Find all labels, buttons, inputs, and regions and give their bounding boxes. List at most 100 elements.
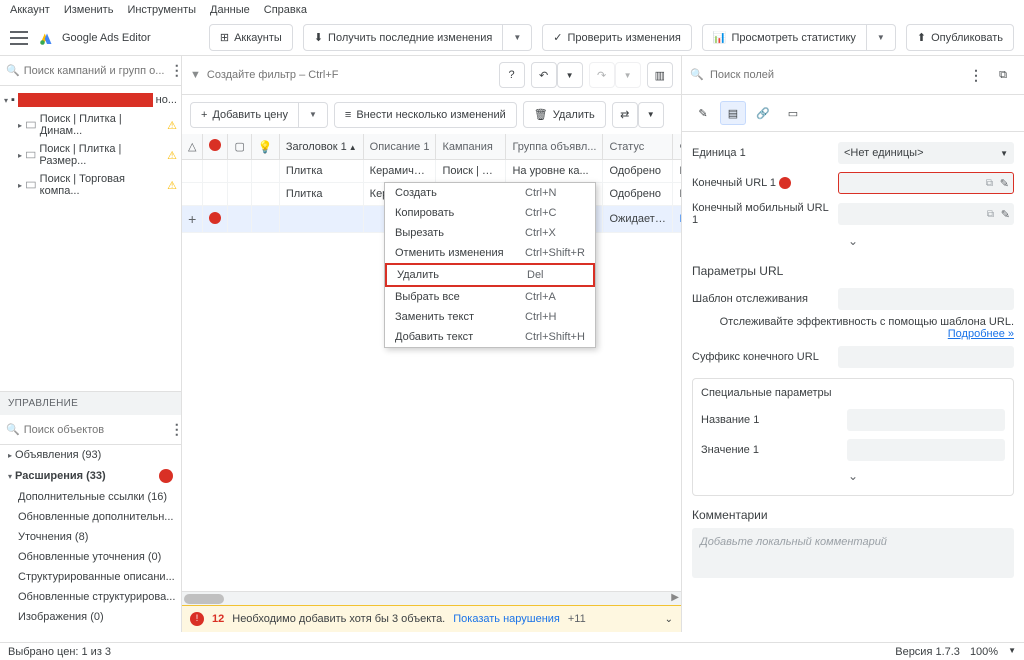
mgmt-item[interactable]: Структурированные описани...	[0, 567, 181, 587]
field-search-menu[interactable]: ⋮	[969, 67, 984, 84]
mgmt-item[interactable]: Обновленные уточнения (0)	[0, 547, 181, 567]
check-changes-button[interactable]: ✓Проверить изменения	[542, 24, 692, 51]
open-icon[interactable]: ⧉	[987, 209, 994, 220]
scroll-right-icon[interactable]: ▶	[671, 592, 679, 603]
mgmt-item[interactable]: Изображения (0)	[0, 607, 181, 627]
menu-account[interactable]: Аккаунт	[10, 4, 50, 16]
col-header[interactable]: Статус	[603, 134, 673, 160]
context-menu-item[interactable]: Выбрать всеCtrl+A	[385, 287, 595, 307]
tab-edit[interactable]: ✎	[690, 101, 716, 125]
context-menu[interactable]: СоздатьCtrl+NКопироватьCtrl+CВырезатьCtr…	[384, 182, 596, 348]
scroll-thumb[interactable]	[184, 594, 224, 604]
comment-input[interactable]: Добавьте локальный комментарий	[692, 528, 1014, 578]
show-violations-link[interactable]: Показать нарушения	[453, 613, 560, 625]
get-changes-button[interactable]: ⬇Получить последние изменения	[303, 24, 504, 51]
context-menu-item[interactable]: ВырезатьCtrl+X	[385, 223, 595, 243]
open-icon[interactable]: ⧉	[986, 178, 993, 189]
campaign-search-input[interactable]	[24, 65, 166, 77]
context-menu-item[interactable]: УдалитьDel	[385, 263, 595, 287]
learn-more-link[interactable]: Подробнее »	[948, 328, 1014, 340]
tracking-input[interactable]	[838, 288, 1014, 310]
menu-edit[interactable]: Изменить	[64, 4, 114, 16]
tab-link[interactable]: 🔗	[750, 101, 776, 125]
param-value-input[interactable]	[847, 439, 1005, 461]
col-header[interactable]: Фид	[673, 134, 681, 160]
pencil-icon[interactable]: ✎	[1001, 208, 1010, 221]
expand-icon[interactable]: ▸	[18, 151, 22, 160]
menu-help[interactable]: Справка	[264, 4, 307, 16]
campaign-node[interactable]: ▸Поиск | Плитка | Размер...⚠	[0, 140, 181, 170]
final-url-input[interactable]: ⧉✎	[838, 172, 1014, 194]
undo-dropdown[interactable]: ▼	[557, 62, 583, 88]
mgmt-item[interactable]: ▸Объявления (93)	[0, 445, 181, 465]
open-external-button[interactable]: ⧉	[990, 62, 1016, 88]
expand-icon[interactable]: ▾	[8, 472, 12, 481]
context-menu-item[interactable]: СоздатьCtrl+N	[385, 183, 595, 203]
accounts-button[interactable]: ⊞Аккаунты	[209, 24, 293, 51]
zoom-dropdown-icon[interactable]: ▼	[1008, 646, 1016, 658]
undo-button[interactable]: ↶	[531, 62, 557, 88]
chevron-down-icon[interactable]: ⌄	[665, 614, 673, 625]
mgmt-item-label: Обновленные структурирова...	[18, 591, 175, 603]
suffix-input[interactable]	[838, 346, 1014, 368]
horizontal-scrollbar[interactable]: ▶	[182, 591, 681, 605]
param-name-input[interactable]	[847, 409, 1005, 431]
expand-icon[interactable]: ▾	[4, 96, 8, 105]
redo-button[interactable]: ↷	[589, 62, 615, 88]
data-table-wrap: △ ▢ 💡 Заголовок 1▲ Описание 1 Кампания Г…	[182, 134, 681, 591]
context-menu-item[interactable]: КопироватьCtrl+C	[385, 203, 595, 223]
col-checkbox[interactable]: ▢	[228, 134, 251, 160]
help-button[interactable]: ?	[499, 62, 525, 88]
context-menu-item[interactable]: Заменить текстCtrl+H	[385, 307, 595, 327]
add-price-button[interactable]: +Добавить цену	[190, 102, 299, 128]
campaign-node[interactable]: ▸Поиск | Торговая компа...⚠	[0, 170, 181, 200]
col-header[interactable]: Описание 1	[363, 134, 436, 160]
account-node[interactable]: ▾ ▪ но...	[0, 90, 181, 110]
layout-toggle[interactable]: ▥	[647, 62, 673, 88]
remove-button[interactable]: 🗑Удалить	[523, 101, 606, 128]
col-error[interactable]	[203, 134, 228, 160]
mgmt-item[interactable]: Уточнения (8)	[0, 527, 181, 547]
publish-button[interactable]: ⬆Опубликовать	[906, 24, 1014, 51]
mgmt-item[interactable]: ▾Расширения (33)	[0, 465, 181, 487]
expand-icon[interactable]: ▸	[18, 121, 22, 130]
replace-button[interactable]: ⇄	[612, 102, 638, 128]
menu-data[interactable]: Данные	[210, 4, 250, 16]
collapse-toggle[interactable]: ⌄	[701, 465, 1005, 487]
collapse-toggle[interactable]: ⌄	[692, 230, 1014, 252]
pencil-icon[interactable]: ✎	[1000, 177, 1009, 190]
context-menu-item[interactable]: Добавить текстCtrl+Shift+H	[385, 327, 595, 347]
get-changes-dropdown[interactable]: ▼	[503, 24, 532, 51]
hamburger-icon[interactable]	[10, 31, 28, 45]
replace-dropdown[interactable]: ▼	[638, 102, 664, 128]
table-row[interactable]: ПлиткаКерамическа...Поиск | Плитк...На у…	[182, 160, 681, 183]
redo-dropdown[interactable]: ▼	[615, 62, 641, 88]
zoom-label[interactable]: 100%	[970, 646, 998, 658]
col-header[interactable]: Кампания	[436, 134, 506, 160]
menubar[interactable]: Аккаунт Изменить Инструменты Данные Спра…	[0, 0, 1024, 20]
unit-select[interactable]: <Нет единицы>▼	[838, 142, 1014, 164]
object-search-input[interactable]	[24, 424, 166, 436]
col-header[interactable]: Заголовок 1▲	[279, 134, 363, 160]
filter-input[interactable]	[207, 69, 493, 81]
mgmt-item[interactable]: Дополнительные ссылки (16)	[0, 487, 181, 507]
view-stats-dropdown[interactable]: ▼	[867, 24, 896, 51]
tab-comment[interactable]: ▭	[780, 101, 806, 125]
expand-icon[interactable]: ▸	[8, 451, 12, 460]
bulk-edit-button[interactable]: ≡Внести несколько изменений	[334, 102, 517, 128]
mgmt-item[interactable]: Номера телефонов (2)	[0, 627, 181, 632]
menu-tools[interactable]: Инструменты	[127, 4, 196, 16]
campaign-node[interactable]: ▸Поиск | Плитка | Динам...⚠	[0, 110, 181, 140]
add-price-dropdown[interactable]: ▼	[299, 102, 328, 128]
tab-fields[interactable]: ▤	[720, 101, 746, 125]
col-idea[interactable]: 💡	[251, 134, 279, 160]
expand-icon[interactable]: ▸	[18, 181, 22, 190]
mgmt-item[interactable]: Обновленные структурирова...	[0, 587, 181, 607]
field-search-input[interactable]	[710, 69, 963, 81]
mobile-url-input[interactable]: ⧉✎	[838, 203, 1014, 225]
view-stats-button[interactable]: 📊Просмотреть статистику	[702, 24, 867, 51]
col-header[interactable]: Группа объявл...	[506, 134, 603, 160]
context-menu-item[interactable]: Отменить измененияCtrl+Shift+R	[385, 243, 595, 263]
mgmt-item[interactable]: Обновленные дополнительн...	[0, 507, 181, 527]
col-delta[interactable]: △	[182, 134, 203, 160]
